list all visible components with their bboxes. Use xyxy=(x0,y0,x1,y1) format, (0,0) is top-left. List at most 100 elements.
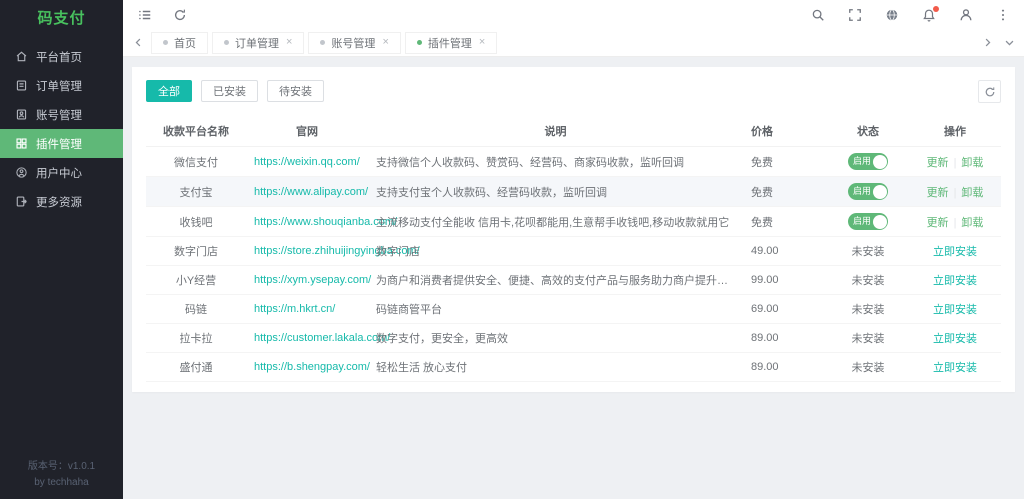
platform-url-link[interactable]: https://xym.ysepay.com/ xyxy=(254,274,371,286)
enable-toggle[interactable]: 启用 xyxy=(848,183,888,200)
platform-url-link[interactable]: https://customer.lakala.com/ xyxy=(254,332,390,344)
tab-close-icon[interactable]: × xyxy=(286,37,292,48)
filter-row: 全部 已安装 待安装 xyxy=(146,80,1001,103)
tab-accounts[interactable]: 账号管理 × xyxy=(308,32,400,54)
platform-url-link[interactable]: https://b.shengpay.com/ xyxy=(254,361,370,373)
col-header-platform: 收款平台名称 xyxy=(146,116,246,147)
table-row: 小Y经营https://xym.ysepay.com/为商户和消费者提供安全、便… xyxy=(146,266,1001,295)
col-header-actions: 操作 xyxy=(909,116,1001,147)
platform-url-link[interactable]: https://weixin.qq.com/ xyxy=(254,156,360,168)
table-row: 支付宝https://www.alipay.com/支持支付宝个人收款码、经营码… xyxy=(146,177,1001,207)
toggle-label: 启用 xyxy=(848,183,871,200)
tab-status-dot xyxy=(224,40,229,45)
install-link[interactable]: 立即安装 xyxy=(933,333,977,345)
user-icon xyxy=(15,166,28,179)
sidebar-item-2[interactable]: 账号管理 xyxy=(0,100,123,129)
tab-home[interactable]: 首页 xyxy=(151,32,208,54)
sidebar-item-label: 更多资源 xyxy=(36,194,82,210)
search-icon[interactable] xyxy=(810,7,825,22)
sidebar-item-label: 用户中心 xyxy=(36,165,82,181)
refresh-icon[interactable] xyxy=(172,7,187,22)
sidebar-item-1[interactable]: 订单管理 xyxy=(0,71,123,100)
topbar xyxy=(123,0,1024,29)
fullscreen-icon[interactable] xyxy=(847,7,862,22)
platform-actions: 更新|卸载 xyxy=(909,147,1001,177)
filter-pending-button[interactable]: 待安装 xyxy=(267,80,324,102)
col-header-description: 说明 xyxy=(368,116,743,147)
install-link[interactable]: 立即安装 xyxy=(933,362,977,374)
collapse-menu-icon[interactable] xyxy=(137,7,152,22)
platform-name: 收钱吧 xyxy=(146,207,246,237)
platform-website: https://xym.ysepay.com/ xyxy=(246,266,368,295)
notification-badge xyxy=(933,6,939,12)
tab-plugins[interactable]: 插件管理 × xyxy=(405,32,497,54)
platform-website: https://m.hkrt.cn/ xyxy=(246,295,368,324)
sidebar-item-4[interactable]: 用户中心 xyxy=(0,158,123,187)
uninstall-link[interactable]: 卸载 xyxy=(961,187,983,199)
platform-website: https://store.zhihuijingyingba.com/ xyxy=(246,237,368,266)
platform-actions: 更新|卸载 xyxy=(909,177,1001,207)
platform-status: 未安装 xyxy=(827,266,909,295)
uninstall-link[interactable]: 卸载 xyxy=(961,157,983,169)
platform-status: 未安装 xyxy=(827,237,909,266)
update-link[interactable]: 更新 xyxy=(927,187,949,199)
table-row: 数字门店https://store.zhihuijingyingba.com/数… xyxy=(146,237,1001,266)
platform-price: 89.00 xyxy=(743,324,827,353)
user-profile-icon[interactable] xyxy=(958,7,973,22)
table-row: 码链https://m.hkrt.cn/码链商管平台69.00未安装立即安装 xyxy=(146,295,1001,324)
uninstall-link[interactable]: 卸载 xyxy=(961,217,983,229)
platform-description: 支持支付宝个人收款码、经营码收款，监听回调 xyxy=(368,177,743,207)
table-refresh-button[interactable] xyxy=(978,80,1001,103)
platform-website: https://weixin.qq.com/ xyxy=(246,147,368,177)
platform-price: 69.00 xyxy=(743,295,827,324)
install-link[interactable]: 立即安装 xyxy=(933,246,977,258)
platform-status: 启用 xyxy=(827,177,909,207)
update-link[interactable]: 更新 xyxy=(927,157,949,169)
platform-price: 免费 xyxy=(743,177,827,207)
tab-label: 插件管理 xyxy=(428,35,472,51)
tab-close-icon[interactable]: × xyxy=(479,37,485,48)
sidebar-nav: 平台首页订单管理账号管理插件管理用户中心更多资源 xyxy=(0,42,123,216)
update-link[interactable]: 更新 xyxy=(927,217,949,229)
tabs-menu-dropdown-icon[interactable] xyxy=(1000,34,1018,52)
tabs-scroll-left-icon[interactable] xyxy=(129,34,147,52)
language-globe-icon[interactable] xyxy=(884,7,899,22)
install-link[interactable]: 立即安装 xyxy=(933,275,977,287)
sidebar-item-5[interactable]: 更多资源 xyxy=(0,187,123,216)
platform-url-link[interactable]: https://www.alipay.com/ xyxy=(254,186,368,198)
platform-status: 未安装 xyxy=(827,295,909,324)
table-row: 微信支付https://weixin.qq.com/支持微信个人收款码、赞赏码、… xyxy=(146,147,1001,177)
tab-status-dot-active xyxy=(417,40,422,45)
sidebar-item-0[interactable]: 平台首页 xyxy=(0,42,123,71)
account-icon xyxy=(15,108,28,121)
platform-description: 码链商管平台 xyxy=(368,295,743,324)
sidebar-item-label: 订单管理 xyxy=(36,78,82,94)
enable-toggle[interactable]: 启用 xyxy=(848,213,888,230)
action-separator: | xyxy=(954,217,957,229)
platform-name: 拉卡拉 xyxy=(146,324,246,353)
platform-status: 启用 xyxy=(827,147,909,177)
plugins-card: 全部 已安装 待安装 收款平台名称 官网 说明 价格 状态 xyxy=(132,67,1015,392)
enable-toggle[interactable]: 启用 xyxy=(848,153,888,170)
table-row: 盛付通https://b.shengpay.com/轻松生活 放心支付89.00… xyxy=(146,353,1001,382)
tab-orders[interactable]: 订单管理 × xyxy=(212,32,304,54)
platform-price: 99.00 xyxy=(743,266,827,295)
filter-all-button[interactable]: 全部 xyxy=(146,80,192,102)
platform-url-link[interactable]: https://m.hkrt.cn/ xyxy=(254,303,335,315)
platform-name: 小Y经营 xyxy=(146,266,246,295)
tab-close-icon[interactable]: × xyxy=(382,37,388,48)
toggle-label: 启用 xyxy=(848,213,871,230)
col-header-website: 官网 xyxy=(246,116,368,147)
platform-status: 未安装 xyxy=(827,324,909,353)
platform-price: 89.00 xyxy=(743,353,827,382)
content-area: 全部 已安装 待安装 收款平台名称 官网 说明 价格 状态 xyxy=(123,57,1024,499)
tab-label: 订单管理 xyxy=(235,35,279,51)
notification-bell-icon[interactable] xyxy=(921,7,936,22)
install-link[interactable]: 立即安装 xyxy=(933,304,977,316)
filter-installed-button[interactable]: 已安装 xyxy=(201,80,258,102)
platform-name: 盛付通 xyxy=(146,353,246,382)
more-options-icon[interactable] xyxy=(995,7,1010,22)
tabs-scroll-right-icon[interactable] xyxy=(978,34,996,52)
version-number: 版本号：v1.0.1 xyxy=(0,459,123,475)
sidebar-item-3[interactable]: 插件管理 xyxy=(0,129,123,158)
